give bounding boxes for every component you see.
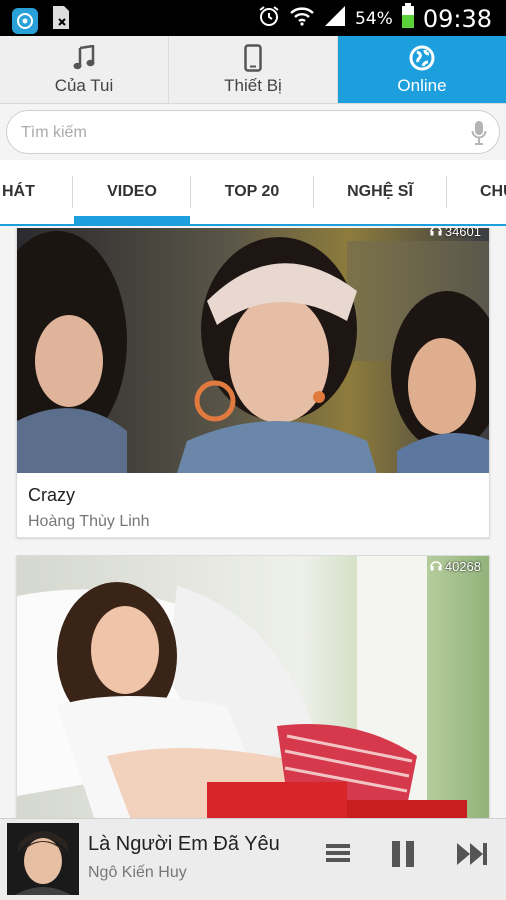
tab-label: Online [397,75,447,95]
now-playing-title: Là Người Em Đã Yêu [88,833,280,855]
tab-online[interactable]: Online [338,36,506,103]
search-input[interactable] [21,119,461,147]
tab-bai-hat[interactable]: I HÁT [0,160,72,224]
tab-thiet-bi[interactable]: Thiết Bị [169,36,338,103]
battery-percent: 54% [355,8,393,29]
battery-icon [401,3,415,34]
album-art[interactable] [7,823,79,895]
headphones-icon [430,228,442,239]
video-card[interactable]: 34601 Crazy Hoàng Thùy Linh [16,228,490,538]
listen-count: 40268 [430,559,481,574]
status-bar: 54% 09:38 [0,0,506,36]
tab-divider [72,176,73,208]
pause-icon [390,840,416,873]
search-bar [0,104,506,160]
globe-icon [409,44,435,72]
category-tab-strip: I HÁT VIDEO TOP 20 NGHỆ SĨ CHU [0,160,506,226]
document-x-icon [50,5,72,36]
tab-cua-tui[interactable]: Của Tui [0,36,169,103]
next-button[interactable] [456,841,488,871]
tab-label: CHU [480,183,506,200]
listen-count-value: 40268 [444,559,481,574]
now-playing-bar[interactable]: Là Người Em Đã Yêu Ngô Kiến Huy [0,818,506,900]
signal-icon [323,4,347,33]
video-list[interactable]: 34601 Crazy Hoàng Thùy Linh 40268 [0,228,506,818]
pause-button[interactable] [388,840,418,873]
top-tab-bar: Của Tui Thiết Bị Online [0,36,506,104]
tab-nghe-si[interactable]: NGHỆ SĨ [314,160,446,224]
tab-label: NGHỆ SĨ [347,183,413,200]
skip-next-icon [456,842,488,871]
tab-divider [190,176,191,208]
phone-device-icon [244,43,262,72]
alarm-icon [257,4,281,33]
playlist-button[interactable] [324,841,352,869]
tab-top-20[interactable]: TOP 20 [192,160,312,224]
playlist-icon [326,842,350,869]
tab-label: TOP 20 [224,183,280,200]
headphones-icon [430,559,442,574]
listen-count-value: 34601 [444,228,481,239]
video-artist: Hoàng Thùy Linh [28,513,150,530]
search-box [6,110,500,154]
clock-time: 09:38 [422,4,492,33]
tab-video[interactable]: VIDEO [74,160,190,224]
video-card[interactable]: 40268 [16,555,490,818]
tab-label: I HÁT [0,183,35,200]
tab-label: Của Tui [54,75,114,95]
microphone-icon[interactable] [471,120,487,151]
listen-count: 34601 [430,228,481,239]
tab-divider [446,176,447,208]
tab-label: Thiết Bị [224,75,282,95]
tab-label: VIDEO [107,183,157,200]
video-thumbnail[interactable]: 40268 [17,556,489,818]
video-thumbnail[interactable]: 34601 [17,228,489,473]
active-tab-indicator [74,216,190,224]
tab-chu-de[interactable]: CHU [448,160,506,224]
now-playing-artist: Ngô Kiến Huy [88,864,187,881]
wifi-icon [289,5,315,32]
app-icon [12,7,38,34]
video-title: Crazy [28,485,76,505]
music-note-icon [73,44,95,72]
